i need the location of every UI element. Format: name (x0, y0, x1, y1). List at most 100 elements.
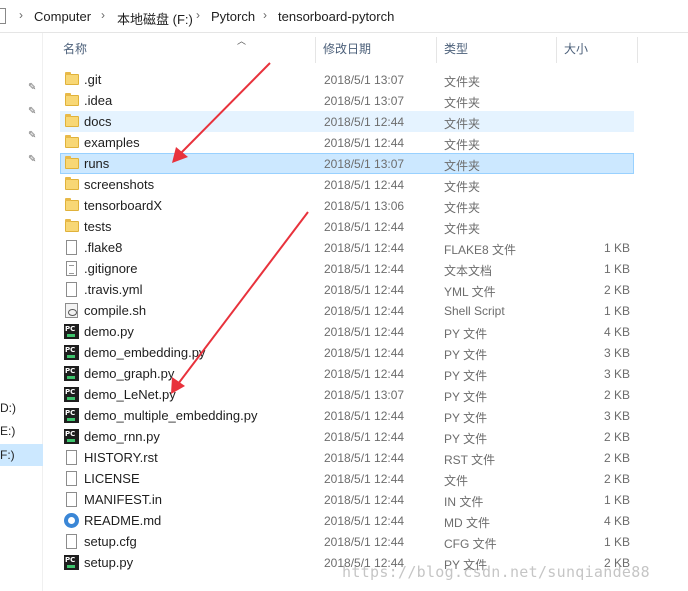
file-type: 文件夹 (444, 159, 481, 173)
file-type: IN 文件 (444, 495, 484, 509)
file-row[interactable]: .gitignore 2018/5/1 12:44 文本文档 1 KB (60, 258, 634, 279)
breadcrumb-computer[interactable]: Computer (34, 9, 91, 24)
address-bar-edge (0, 8, 6, 24)
nav-drive-f[interactable]: F:) (0, 444, 43, 466)
file-row[interactable]: PC demo_rnn.py 2018/5/1 12:44 PY 文件 2 KB (60, 426, 634, 447)
file-row[interactable]: README.md 2018/5/1 12:44 MD 文件 4 KB (60, 510, 634, 531)
text-file-icon (64, 261, 80, 276)
file-type: Shell Script (444, 304, 505, 318)
file-type: PY 文件 (444, 369, 488, 383)
file-name: tests (84, 219, 112, 234)
column-header-size[interactable]: 大小 (557, 33, 637, 63)
file-icon (64, 282, 80, 297)
breadcrumb-separator-icon: › (263, 8, 267, 22)
pin-icon[interactable]: ✎ (28, 155, 38, 165)
file-size: 1 KB (603, 535, 630, 549)
file-row[interactable]: .git 2018/5/1 13:07 文件夹 (60, 69, 634, 90)
folder-icon (64, 219, 80, 234)
file-modified-date: 2018/5/1 12:44 (324, 472, 405, 486)
file-icon (64, 450, 80, 465)
file-modified-date: 2018/5/1 12:44 (324, 136, 405, 150)
file-row[interactable]: compile.sh 2018/5/1 12:44 Shell Script 1 KB (60, 300, 634, 321)
pycharm-icon: PC (64, 429, 80, 444)
nav-drive-d[interactable]: D:) (0, 397, 43, 419)
markdown-app-icon (64, 513, 80, 528)
folder-icon (64, 72, 80, 87)
folder-shape (65, 135, 79, 148)
file-icon (64, 471, 80, 486)
column-header-type[interactable]: 类型 (437, 33, 555, 63)
file-type: PY 文件 (444, 348, 488, 362)
file-row[interactable]: tests 2018/5/1 12:44 文件夹 (60, 216, 634, 237)
nav-drive-e[interactable]: E:) (0, 420, 43, 442)
file-row[interactable]: LICENSE 2018/5/1 12:44 文件 2 KB (60, 468, 634, 489)
file-type: PY 文件 (444, 390, 488, 404)
file-row[interactable]: examples 2018/5/1 12:44 文件夹 (60, 132, 634, 153)
column-header-row: ︿ 名称 修改日期 类型 大小 (56, 33, 688, 63)
file-row[interactable]: HISTORY.rst 2018/5/1 12:44 RST 文件 2 KB (60, 447, 634, 468)
file-modified-date: 2018/5/1 12:44 (324, 367, 405, 381)
file-modified-date: 2018/5/1 13:07 (324, 388, 405, 402)
file-name: docs (84, 114, 112, 129)
file-type: 文件 (444, 474, 469, 488)
breadcrumb-drive-f[interactable]: 本地磁盘 (F:) (117, 9, 193, 28)
file-shape (66, 261, 77, 276)
file-shape (66, 471, 77, 486)
breadcrumb-separator-icon: › (19, 8, 23, 22)
file-name: demo.py (84, 324, 134, 339)
pycharm-icon: PC (64, 387, 80, 402)
file-row[interactable]: PC demo_embedding.py 2018/5/1 12:44 PY 文件 3 … (60, 342, 634, 363)
file-icon (64, 492, 80, 507)
file-row[interactable]: .idea 2018/5/1 13:07 文件夹 (60, 90, 634, 111)
file-row[interactable]: .flake8 2018/5/1 12:44 FLAKE8 文件 1 KB (60, 237, 634, 258)
pin-icon[interactable]: ✎ (28, 107, 38, 117)
file-size: 2 KB (603, 283, 630, 297)
watermark: https://blog.csdn.net/sunqiande88 (342, 563, 650, 581)
file-size: 2 KB (603, 388, 630, 402)
pycharm-icon: PC (64, 408, 80, 423)
column-divider[interactable] (637, 37, 638, 63)
file-row[interactable]: docs 2018/5/1 12:44 文件夹 (60, 111, 634, 132)
address-bar[interactable]: › Computer › 本地磁盘 (F:) › Pytorch › tenso… (0, 0, 688, 33)
file-size: 1 KB (603, 304, 630, 318)
file-row[interactable]: PC demo_LeNet.py 2018/5/1 13:07 PY 文件 2 KB (60, 384, 634, 405)
file-row[interactable]: PC demo_graph.py 2018/5/1 12:44 PY 文件 3 KB (60, 363, 634, 384)
file-modified-date: 2018/5/1 12:44 (324, 430, 405, 444)
pin-icon[interactable]: ✎ (28, 131, 38, 141)
file-name: tensorboardX (84, 198, 163, 213)
file-row[interactable]: tensorboardX 2018/5/1 13:06 文件夹 (60, 195, 634, 216)
file-row[interactable]: setup.cfg 2018/5/1 12:44 CFG 文件 1 KB (60, 531, 634, 552)
file-row[interactable]: PC demo.py 2018/5/1 12:44 PY 文件 4 KB (60, 321, 634, 342)
breadcrumb-tensorboard-pytorch[interactable]: tensorboard-pytorch (278, 9, 394, 24)
file-name: README.md (84, 513, 162, 528)
folder-shape (65, 177, 79, 190)
folder-icon (64, 114, 80, 129)
file-size: 4 KB (603, 325, 630, 339)
breadcrumb-pytorch[interactable]: Pytorch (211, 9, 255, 24)
column-header-date[interactable]: 修改日期 (316, 33, 434, 63)
file-size: 3 KB (603, 409, 630, 423)
file-modified-date: 2018/5/1 12:44 (324, 535, 405, 549)
file-modified-date: 2018/5/1 12:44 (324, 115, 405, 129)
file-row[interactable]: screenshots 2018/5/1 12:44 文件夹 (60, 174, 634, 195)
file-type: PY 文件 (444, 432, 488, 446)
file-type: MD 文件 (444, 516, 490, 530)
file-shape: PC (64, 366, 79, 381)
file-size: 1 KB (603, 493, 630, 507)
folder-shape (65, 114, 79, 127)
pin-icon[interactable]: ✎ (28, 83, 38, 93)
file-name: MANIFEST.in (84, 492, 163, 507)
file-name: compile.sh (84, 303, 147, 318)
pycharm-icon: PC (64, 324, 80, 339)
file-row[interactable]: runs 2018/5/1 13:07 文件夹 (60, 153, 634, 174)
file-type: PY 文件 (444, 411, 488, 425)
file-name: demo_graph.py (84, 366, 175, 381)
file-size: 3 KB (603, 367, 630, 381)
file-row[interactable]: .travis.yml 2018/5/1 12:44 YML 文件 2 KB (60, 279, 634, 300)
file-type: 文件夹 (444, 201, 481, 215)
file-modified-date: 2018/5/1 12:44 (324, 220, 405, 234)
navigation-pane[interactable]: ✎ ✎ ✎ ✎ D:) E:) F:) (0, 33, 43, 591)
file-row[interactable]: PC demo_multiple_embedding.py 2018/5/1 12:… (60, 405, 634, 426)
file-row[interactable]: MANIFEST.in 2018/5/1 12:44 IN 文件 1 KB (60, 489, 634, 510)
column-header-name[interactable]: 名称 (56, 33, 314, 63)
